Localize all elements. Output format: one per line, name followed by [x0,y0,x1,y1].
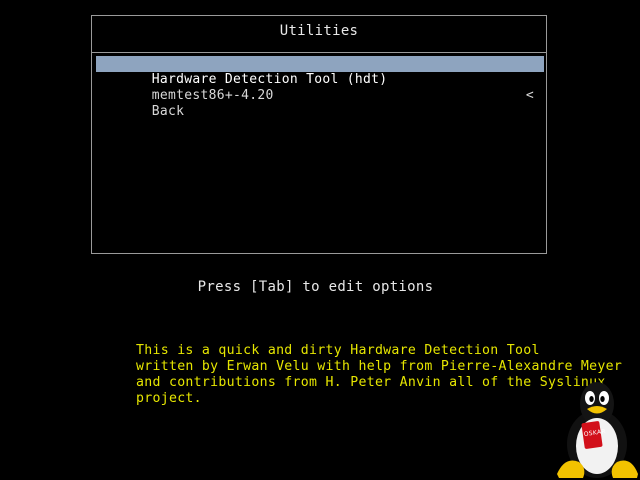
help-text: This is a quick and dirty Hardware Detec… [136,343,623,407]
back-arrow-icon: < [525,88,534,103]
menu-item-hdt[interactable]: Hardware Detection Tool (hdt) [96,56,544,87]
help-line: project. [136,391,202,406]
menu-item-memtest[interactable]: memtest86+-4.20 [96,72,544,103]
menu-title: Utilities [279,23,359,39]
utilities-menu: Utilities Hardware Detection Tool (hdt) … [91,15,547,254]
menu-item-back[interactable]: Back < [96,88,544,119]
help-line: and contributions from H. Peter Anvin al… [136,375,606,390]
edit-options-hint: Press [Tab] to edit options [197,279,434,295]
help-line: This is a quick and dirty Hardware Detec… [136,343,540,358]
tux-penguin-icon: OSKAR [557,382,638,478]
menu-title-divider [92,52,546,53]
help-line: written by Erwan Velu with help from Pie… [136,359,623,374]
menu-item-label: Back [151,104,185,119]
boot-screen: Utilities Hardware Detection Tool (hdt) … [0,0,640,480]
